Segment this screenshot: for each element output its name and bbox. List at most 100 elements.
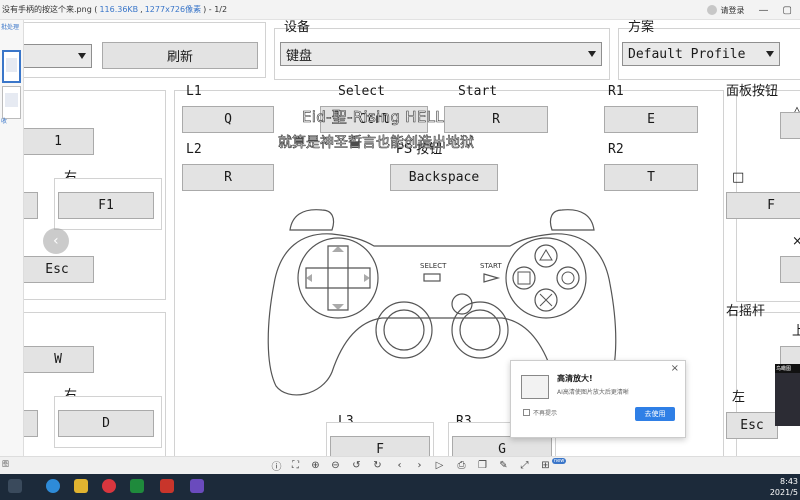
select-label: Select xyxy=(338,84,385,99)
windows-start-icon[interactable] xyxy=(8,479,22,493)
previous-icon[interactable]: ‹ xyxy=(393,459,406,472)
preview-caption: 鸟瞰图 xyxy=(775,364,800,373)
print-icon[interactable]: ⎙ xyxy=(455,459,468,472)
play-icon[interactable]: ▷ xyxy=(433,459,446,472)
previous-image-button[interactable]: ‹ xyxy=(43,228,69,254)
refresh-button[interactable]: 刷新 xyxy=(102,42,258,69)
triangle-button xyxy=(534,244,558,268)
face-buttons-label: 面板按钮 xyxy=(726,84,779,99)
system-clock[interactable]: 8:43 2021/5 xyxy=(770,476,798,498)
batch-process-link[interactable]: 批处理 xyxy=(1,22,19,31)
left-stick-inner xyxy=(383,309,425,351)
fit-screen-icon[interactable]: ⛶ xyxy=(289,459,302,472)
title-separator: , xyxy=(140,5,143,14)
popup-use-button[interactable]: 去使用 xyxy=(635,407,675,421)
file-size[interactable]: 116.36KB xyxy=(99,5,138,14)
right-stick-label: 右摇杆 xyxy=(726,304,766,319)
left-partial-dropdown[interactable] xyxy=(24,44,92,68)
restore-button[interactable]: ▢ xyxy=(783,5,792,16)
clock-time: 8:43 xyxy=(780,477,798,486)
edge-browser-icon[interactable] xyxy=(46,479,60,493)
upscale-picture-icon xyxy=(521,375,549,399)
key-d-button[interactable]: D xyxy=(58,410,154,437)
viewer-toolbar: 图 ⓘ ⛶ ⊕ ⊖ ↺ ↻ ‹ › ▷ ⎙ ❐ ✎ ⤢ ⊞ new xyxy=(0,456,800,474)
video-caption-subtitle: 就算是神圣誓言也能创造出地狱 xyxy=(278,135,475,152)
rotate-left-icon[interactable]: ↺ xyxy=(350,459,363,472)
l2-key-button[interactable]: R xyxy=(182,164,274,191)
clock-date: 2021/5 xyxy=(769,488,798,497)
cross-key-button[interactable] xyxy=(780,256,800,283)
start-button-shape xyxy=(483,273,501,283)
collapse-label[interactable]: 收 xyxy=(1,116,7,125)
key-esc-button[interactable]: Esc xyxy=(24,256,94,283)
red-app-icon[interactable] xyxy=(160,479,174,493)
square-button xyxy=(512,266,536,290)
file-explorer-icon[interactable] xyxy=(74,479,88,493)
l1-key-button[interactable]: Q xyxy=(182,106,274,133)
chevron-down-icon xyxy=(78,53,86,59)
more-apps-icon[interactable]: ⊞ xyxy=(539,459,552,472)
minimize-button[interactable]: — xyxy=(759,5,769,16)
r1-key-button[interactable]: E xyxy=(604,106,698,133)
file-title-suffix: ) - 1/2 xyxy=(203,5,228,14)
login-button[interactable]: 请登录 xyxy=(706,5,745,16)
cross-glyph: × xyxy=(792,234,800,249)
zoom-in-icon[interactable]: ⊕ xyxy=(309,459,322,472)
r2-label: R2 xyxy=(608,142,624,157)
ps-key-button[interactable]: Backspace xyxy=(390,164,498,191)
r3-key-button[interactable]: G xyxy=(452,436,552,456)
chevron-left-icon: ‹ xyxy=(51,233,61,249)
image-viewer-icon[interactable] xyxy=(190,479,204,493)
popup-close-button[interactable]: × xyxy=(671,363,679,374)
thumbnail-1[interactable] xyxy=(2,50,21,83)
right-stick-up-label: 上 xyxy=(792,324,800,339)
edit-icon[interactable]: ✎ xyxy=(497,459,510,472)
thumbnail-2[interactable] xyxy=(2,86,21,119)
windows-taskbar: 8:43 2021/5 xyxy=(0,474,800,500)
pycharm-icon[interactable] xyxy=(130,479,144,493)
start-key-button[interactable]: R xyxy=(444,106,548,133)
no-remind-checkbox[interactable] xyxy=(523,409,530,416)
controller-start-text: START xyxy=(480,262,502,270)
triangle-key-button[interactable] xyxy=(780,112,800,139)
hd-upscale-popup: × 高清放大! AI高清使图片放大后更清晰 不再提示 去使用 xyxy=(510,360,686,438)
select-button-shape xyxy=(423,273,441,282)
key-w-button[interactable]: W xyxy=(24,346,94,373)
l2-label: L2 xyxy=(186,142,202,157)
l1-label: L1 xyxy=(186,84,202,99)
square-glyph: □ xyxy=(732,170,745,185)
key-f1-button[interactable]: F1 xyxy=(58,192,154,219)
l3-key-button[interactable]: F xyxy=(330,436,430,456)
l1-shoulder-shape xyxy=(289,209,335,231)
toolbar-left-label[interactable]: 图 xyxy=(2,459,9,469)
r1-shoulder-shape xyxy=(549,209,595,231)
scheme-label: 方案 xyxy=(628,20,655,35)
device-label: 设备 xyxy=(284,20,311,35)
left-partial-key-2[interactable] xyxy=(24,410,38,437)
netease-music-icon[interactable] xyxy=(102,479,116,493)
r1-label: R1 xyxy=(608,84,624,99)
right-stick-inner xyxy=(459,309,501,351)
left-partial-key-1[interactable] xyxy=(24,192,38,219)
scheme-dropdown[interactable]: Default Profile xyxy=(622,42,780,66)
thumbnail-strip: 批处理 收 xyxy=(0,20,24,456)
start-label: Start xyxy=(458,84,498,99)
chevron-down-icon xyxy=(588,51,596,57)
device-dropdown[interactable]: 键盘 xyxy=(280,42,602,66)
crop-icon[interactable]: ⤢ xyxy=(518,459,531,472)
zoom-out-icon[interactable]: ⊖ xyxy=(329,459,342,472)
birdseye-preview[interactable]: 鸟瞰图 xyxy=(775,364,800,426)
r2-key-button[interactable]: T xyxy=(604,164,698,191)
key-1-button[interactable]: 1 xyxy=(24,128,94,155)
next-icon[interactable]: › xyxy=(413,459,426,472)
info-icon[interactable]: ⓘ xyxy=(270,459,283,473)
chevron-down-icon xyxy=(766,51,774,57)
controller-select-text: SELECT xyxy=(420,262,447,270)
popup-subtitle: AI高清使图片放大后更清晰 xyxy=(557,389,629,396)
popup-title: 高清放大! xyxy=(557,374,593,383)
right-stick-left-button[interactable]: Esc xyxy=(726,412,778,439)
square-key-button[interactable]: F xyxy=(726,192,800,219)
copy-icon[interactable]: ❐ xyxy=(476,459,489,472)
image-resolution[interactable]: 1277x726像素 xyxy=(145,4,201,15)
rotate-right-icon[interactable]: ↻ xyxy=(371,459,384,472)
